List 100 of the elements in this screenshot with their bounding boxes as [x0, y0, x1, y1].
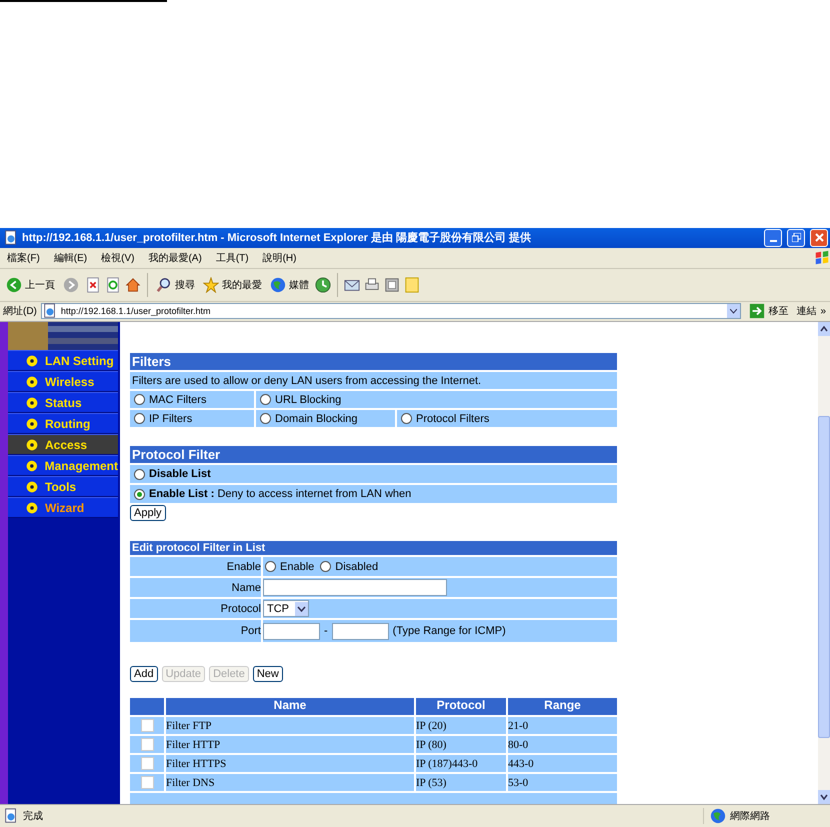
checkbox[interactable] [140, 738, 154, 752]
sidebar-item[interactable]: Routing [8, 413, 118, 434]
scroll-up-icon [818, 322, 830, 336]
field-label: Name [232, 582, 261, 594]
dropdown-icon [295, 602, 308, 616]
option-label: MAC Filters [149, 394, 206, 406]
table-cell: IP (20) [416, 720, 446, 732]
table-cell: 53-0 [508, 776, 528, 789]
menu-item[interactable]: 工具(T) [208, 250, 256, 265]
menu-item[interactable]: 編輯(E) [46, 250, 94, 265]
radio-button[interactable] [401, 413, 412, 424]
history-icon [315, 276, 331, 293]
checkbox[interactable] [140, 776, 154, 790]
forward-icon [63, 276, 79, 293]
column-header: Name [166, 698, 414, 716]
checkbox[interactable] [140, 757, 154, 770]
menu-item[interactable]: 說明(H) [256, 250, 304, 265]
back-button[interactable]: 上一頁 [4, 270, 57, 299]
field-label: Enable [226, 560, 261, 573]
action-button[interactable]: Add [130, 666, 158, 682]
table-cell: Filter FTP [166, 720, 212, 732]
search-button[interactable]: 搜尋 [154, 270, 197, 299]
windows-flag-icon [814, 250, 830, 266]
sidebar-item[interactable]: Access [8, 434, 118, 456]
menu-item[interactable]: 檔案(F) [0, 250, 47, 265]
close-icon [814, 233, 824, 242]
column-header: Range [508, 698, 617, 716]
option-label: Disabled [335, 560, 378, 573]
protocol-dropdown[interactable]: TCP [263, 600, 309, 618]
page-icon [3, 808, 19, 824]
refresh-icon [105, 276, 121, 293]
section-header: Protocol Filter [130, 446, 617, 464]
port-start-field[interactable] [263, 622, 320, 640]
minimize-button[interactable] [764, 228, 782, 247]
name-field[interactable] [263, 579, 447, 596]
option-label: URL Blocking [275, 394, 342, 406]
sidebar-item[interactable]: Wireless [8, 371, 118, 392]
go-button[interactable]: 移至 [745, 303, 792, 320]
menu-item[interactable]: 檢視(V) [94, 250, 142, 265]
minimize-icon [770, 240, 776, 242]
back-icon [6, 276, 22, 293]
radio-button[interactable] [260, 413, 271, 424]
radio-button[interactable] [320, 561, 332, 572]
dropdown-icon [730, 308, 738, 314]
column-header [130, 698, 164, 716]
sidebar-item[interactable]: Management [8, 455, 118, 476]
sidebar-item[interactable]: Wizard [8, 497, 118, 518]
checkbox[interactable] [140, 719, 154, 732]
option-label: Protocol Filters [416, 412, 490, 425]
search-icon [156, 276, 172, 293]
option-label: Enable List : Deny to access internet from LAN when [149, 488, 412, 500]
restore-icon [792, 233, 800, 242]
status-text: 完成 [23, 810, 43, 824]
radio-button[interactable] [134, 413, 145, 424]
menu-item[interactable]: 我的最愛(A) [141, 250, 209, 265]
note-icon [404, 276, 420, 293]
table-cell: 21-0 [508, 720, 528, 732]
field-label: Port [240, 625, 261, 638]
hint-text: (Type Range for ICMP) [392, 625, 506, 638]
edit-icon [384, 276, 400, 293]
radio-button[interactable] [134, 468, 145, 480]
home-icon [125, 276, 141, 293]
restore-button[interactable] [787, 228, 805, 247]
address-field[interactable]: http://192.168.1.1/user_protofilter.htm [40, 303, 742, 320]
globe-icon [710, 808, 726, 824]
close-button[interactable] [810, 228, 828, 247]
action-button[interactable]: New [252, 666, 283, 682]
option-label: Disable List [149, 468, 211, 480]
sidebar-item[interactable]: LAN Setting [8, 350, 118, 372]
radio-button[interactable] [265, 561, 276, 572]
go-icon [749, 303, 766, 320]
option-label: Domain Blocking [275, 412, 358, 425]
table-cell: Filter HTTPS [166, 758, 226, 770]
globe-icon [270, 276, 286, 293]
radio-button[interactable] [260, 394, 271, 406]
table-cell: Filter DNS [166, 776, 215, 789]
print-icon [364, 276, 380, 293]
links-label[interactable]: 連結 [796, 304, 816, 318]
description-text: Filters are used to allow or deny LAN users from accessing the Internet. [132, 374, 482, 387]
scrollbar[interactable] [818, 322, 830, 804]
address-label: 網址(D) [3, 304, 37, 318]
apply-button[interactable]: Apply [130, 505, 166, 522]
table-cell: Filter HTTP [166, 738, 220, 751]
port-end-field[interactable] [332, 622, 389, 640]
range-separator: - [324, 625, 328, 638]
radio-button[interactable] [134, 394, 145, 406]
table-cell: 80-0 [508, 738, 528, 751]
table-cell: IP (53) [416, 776, 446, 789]
window-title: http://192.168.1.1/user_protofilter.htm - Microsoft Internet Explorer 是由 陽慶電子股份有限公司 提供 [22, 230, 532, 246]
sidebar-item[interactable]: Tools [8, 476, 118, 498]
table-cell: 443-0 [508, 758, 534, 770]
radio-button[interactable] [134, 488, 145, 500]
field-label: Protocol [220, 602, 261, 615]
table-cell: IP (187)443-0 [416, 758, 478, 770]
media-button[interactable]: 媒體 [268, 270, 311, 299]
favorites-button[interactable]: 我的最愛 [201, 270, 264, 299]
more-links[interactable]: » [820, 306, 830, 317]
zone-text: 網際網路 [730, 810, 770, 824]
sidebar-item[interactable]: Status [8, 392, 118, 414]
section-header: Filters [130, 353, 617, 370]
